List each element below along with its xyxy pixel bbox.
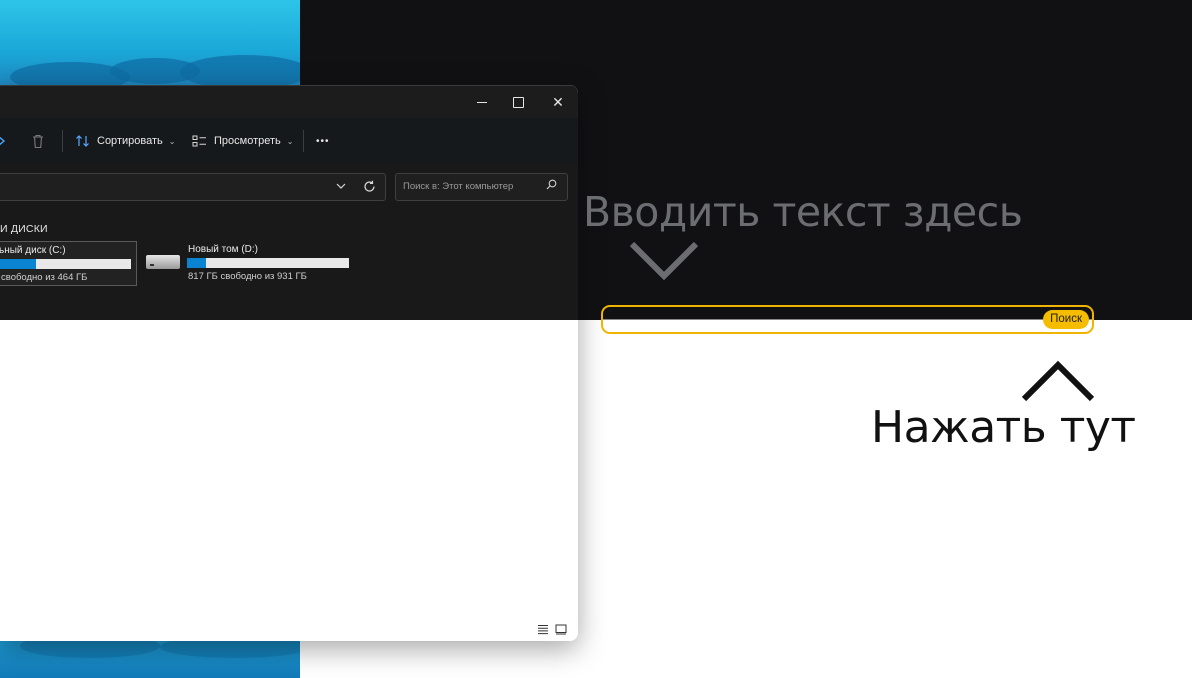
sort-icon xyxy=(76,135,89,147)
toolbar-divider xyxy=(303,130,304,152)
delete-button[interactable] xyxy=(31,118,45,164)
drive-usage-fill xyxy=(187,258,207,268)
title-bar: ✕ xyxy=(0,85,578,119)
drive-d[interactable]: Новый том (D:) 817 ГБ свободно из 931 ГБ xyxy=(144,241,354,285)
section-title: и диски xyxy=(0,223,48,235)
drive-usage-fill xyxy=(0,259,36,269)
trash-icon xyxy=(33,134,43,148)
view-label: Просмотреть xyxy=(214,135,281,147)
desktop-wallpaper-bottom xyxy=(0,640,300,678)
search-field[interactable]: Поиск в: Этот компьютер xyxy=(395,173,568,201)
hard-drive-icon xyxy=(146,255,180,269)
minimize-button[interactable] xyxy=(462,86,502,119)
chevron-down-icon xyxy=(336,183,346,189)
minimize-icon xyxy=(477,101,487,104)
cloud xyxy=(20,640,160,658)
view-button[interactable]: Просмотреть ⌄ xyxy=(192,118,293,164)
desktop-wallpaper-top xyxy=(0,0,300,86)
close-button[interactable]: ✕ xyxy=(538,86,578,119)
drive-usage-bar xyxy=(187,258,349,268)
share-button[interactable] xyxy=(0,118,6,164)
address-bar[interactable] xyxy=(0,173,386,201)
drive-free-text: свободно из 464 ГБ xyxy=(1,272,88,283)
search-button[interactable]: Поиск xyxy=(1043,310,1089,329)
press-here-hint: Нажать тут xyxy=(871,402,1136,453)
cloud xyxy=(180,55,300,86)
maximize-icon xyxy=(512,97,524,108)
maximize-button[interactable] xyxy=(498,86,538,119)
close-icon: ✕ xyxy=(552,94,564,111)
refresh-icon xyxy=(363,180,375,192)
chevron-down-icon: ⌄ xyxy=(286,136,294,146)
search-icon xyxy=(546,174,557,200)
file-explorer-window: ✕ Сортировать ⌄ Просмотреть ⌄ ••• Поиск … xyxy=(0,85,578,641)
sort-label: Сортировать xyxy=(97,135,163,147)
drive-name: ьный диск (C:) xyxy=(0,245,66,256)
chevron-down-icon: ⌄ xyxy=(168,136,176,146)
view-switcher xyxy=(537,624,567,638)
drive-name: Новый том (D:) xyxy=(188,244,258,255)
type-here-hint: Вводить текст здесь xyxy=(583,188,1023,236)
search-placeholder: Поиск в: Этот компьютер xyxy=(403,181,514,192)
drive-c[interactable]: ьный диск (C:) свободно из 464 ГБ xyxy=(0,241,137,286)
details-view-icon xyxy=(538,625,548,635)
drive-usage-bar xyxy=(0,259,131,269)
command-bar: Сортировать ⌄ Просмотреть ⌄ ••• xyxy=(0,118,578,165)
toolbar-divider xyxy=(62,130,63,152)
tiles-view-icon xyxy=(555,624,567,635)
more-icon: ••• xyxy=(316,135,330,147)
chevron-up-icon xyxy=(1021,360,1095,402)
address-bar-row: Поиск в: Этот компьютер xyxy=(0,164,578,210)
drives-section: и диски ьный диск (C:) свободно из 464 Г… xyxy=(0,210,578,320)
history-dropdown-button[interactable] xyxy=(332,173,350,199)
sort-button[interactable]: Сортировать ⌄ xyxy=(75,118,175,164)
search-input[interactable]: Поиск xyxy=(601,305,1094,334)
drive-free-text: 817 ГБ свободно из 931 ГБ xyxy=(188,271,307,282)
view-icon xyxy=(192,135,206,147)
more-options-button[interactable]: ••• xyxy=(316,118,330,164)
cloud xyxy=(160,640,300,658)
tiles-view-button[interactable] xyxy=(555,624,567,638)
refresh-button[interactable] xyxy=(358,173,380,199)
chevron-down-icon xyxy=(630,241,699,281)
details-view-button[interactable] xyxy=(537,624,549,638)
share-icon xyxy=(0,136,6,146)
